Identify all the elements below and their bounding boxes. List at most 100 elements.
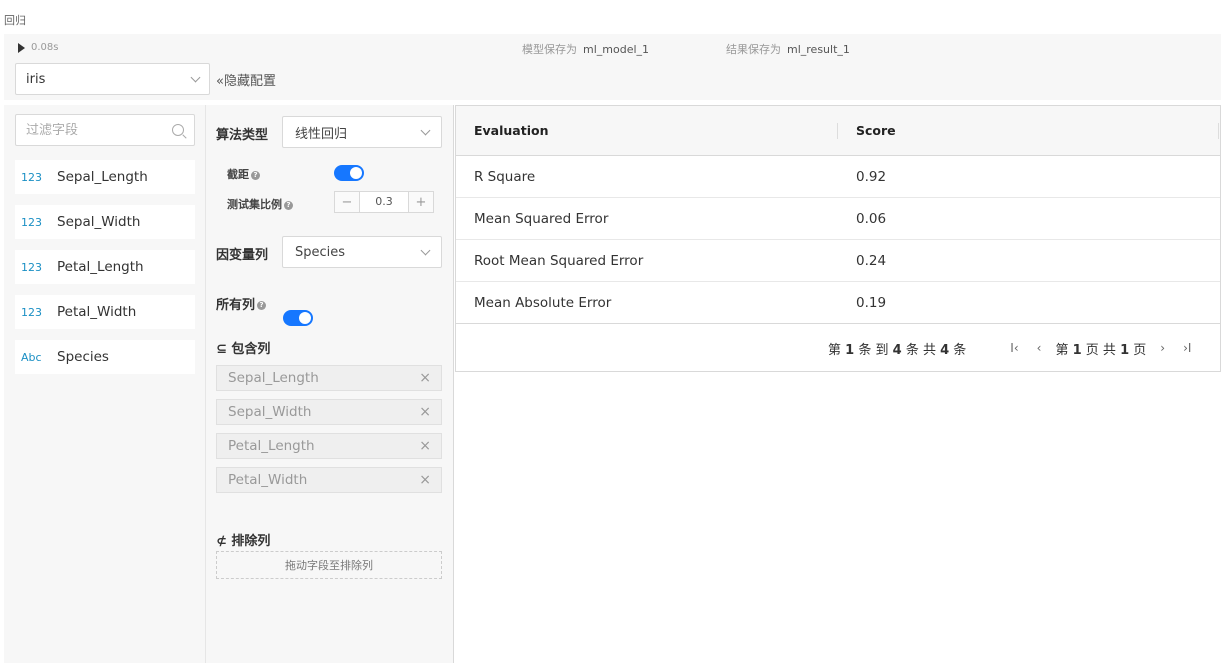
include-columns-label: ⊆ 包含列 (216, 342, 271, 357)
page-current: 1 (1072, 342, 1082, 358)
chevron-down-icon (420, 245, 431, 255)
algo-type-label: 算法类型 (216, 128, 269, 143)
include-tag[interactable]: Petal_Length × (216, 433, 442, 459)
next-page-icon[interactable]: › (1160, 341, 1165, 355)
table-row[interactable]: Root Mean Squared Error 0.24 (456, 240, 1220, 282)
model-save-info: 模型保存为 ml_model_1 (522, 41, 649, 57)
intercept-toggle[interactable] (334, 165, 364, 181)
test-ratio-label-text: 测试集比例 (227, 198, 282, 211)
range-total: 4 (940, 342, 950, 358)
pagination-range: 第 1 条 到 4 条 共 4 条 (828, 339, 966, 358)
cell-evaluation: R Square (474, 169, 536, 185)
include-tag[interactable]: Sepal_Width × (216, 399, 442, 425)
results-table: Evaluation Score R Square 0.92 Mean Squa… (455, 105, 1221, 372)
column-header-score[interactable]: Score (856, 123, 896, 138)
result-save-label: 结果保存为 (726, 43, 781, 56)
include-tag-label: Sepal_Width (228, 404, 312, 420)
all-columns-label: 所有列? (216, 294, 267, 313)
field-name: Sepal_Width (57, 214, 141, 230)
page-title: 回归 (4, 14, 26, 27)
table-row[interactable]: R Square 0.92 (456, 156, 1220, 198)
close-icon[interactable]: × (419, 472, 431, 488)
result-save-info: 结果保存为 ml_result_1 (726, 41, 850, 57)
dataset-select-value: iris (26, 71, 46, 87)
help-icon[interactable]: ? (257, 301, 267, 310)
field-name: Petal_Length (57, 259, 144, 275)
field-item-petal-length[interactable]: 123 Petal_Length (15, 250, 195, 284)
field-filter-input[interactable] (26, 122, 156, 138)
field-name: Sepal_Length (57, 169, 148, 185)
target-column-label: 因变量列 (216, 248, 269, 263)
result-save-value[interactable]: ml_result_1 (787, 43, 850, 56)
test-ratio-label: 测试集比例? (227, 196, 293, 212)
prev-page-icon[interactable]: ‹ (1037, 341, 1042, 355)
page-total: 1 (1120, 342, 1130, 358)
all-columns-toggle[interactable] (283, 310, 313, 326)
close-icon[interactable]: × (419, 438, 431, 454)
field-type-badge: 123 (21, 170, 42, 184)
page-prefix: 第 (1055, 342, 1069, 358)
cell-evaluation: Root Mean Squared Error (474, 253, 644, 269)
model-save-value[interactable]: ml_model_1 (583, 43, 649, 56)
field-name: Species (57, 349, 109, 365)
field-filter[interactable] (15, 114, 195, 146)
first-page-icon[interactable]: I‹ (1010, 341, 1018, 355)
cell-score: 0.19 (856, 295, 887, 311)
help-icon[interactable]: ? (284, 200, 293, 210)
include-tag[interactable]: Sepal_Length × (216, 365, 442, 391)
algo-type-value: 线性回归 (295, 126, 348, 142)
chevron-down-icon (420, 125, 431, 135)
test-ratio-stepper[interactable]: − 0.3 + (334, 191, 434, 213)
dataset-select[interactable]: iris (15, 63, 210, 95)
exclude-drop-zone[interactable]: 拖动字段至排除列 (216, 551, 442, 579)
field-type-badge: 123 (21, 305, 42, 319)
all-columns-label-text: 所有列 (216, 298, 256, 313)
intercept-label: 截距? (227, 166, 260, 182)
column-header-evaluation[interactable]: Evaluation (474, 123, 549, 138)
pagination: 第 1 条 到 4 条 共 4 条 I‹ ‹ 第 1 页 共 1 页 › ›I (456, 324, 1220, 372)
field-item-petal-width[interactable]: 123 Petal_Width (15, 295, 195, 329)
algo-type-select[interactable]: 线性回归 (282, 116, 442, 148)
table-row[interactable]: Mean Absolute Error 0.19 (456, 282, 1220, 324)
table-header: Evaluation Score (456, 106, 1220, 156)
test-ratio-value[interactable]: 0.3 (359, 192, 409, 212)
search-icon[interactable] (172, 124, 184, 136)
page-suffix: 页 (1133, 342, 1147, 358)
column-divider[interactable] (1218, 123, 1219, 139)
hide-config-button[interactable]: «隐藏配置 (216, 70, 276, 89)
close-icon[interactable]: × (419, 370, 431, 386)
field-type-badge: 123 (21, 260, 42, 274)
help-icon[interactable]: ? (251, 170, 260, 180)
run-time: 0.08s (31, 42, 59, 53)
target-column-value: Species (295, 244, 346, 260)
include-tag-label: Sepal_Length (228, 370, 319, 386)
page-mid: 页 共 (1085, 342, 1116, 358)
range-suffix: 条 (953, 342, 967, 358)
intercept-label-text: 截距 (227, 168, 249, 181)
include-tag-label: Petal_Length (228, 438, 315, 454)
close-icon[interactable]: × (419, 404, 431, 420)
field-name: Petal_Width (57, 304, 137, 320)
field-item-species[interactable]: Abc Species (15, 340, 195, 374)
increment-button[interactable]: + (409, 192, 433, 212)
exclude-columns-label: ⊄ 排除列 (216, 534, 271, 549)
range-prefix: 第 (828, 342, 842, 358)
pagination-page: 第 1 页 共 1 页 (1055, 339, 1146, 358)
cell-score: 0.24 (856, 253, 887, 269)
field-item-sepal-length[interactable]: 123 Sepal_Length (15, 160, 195, 194)
model-save-label: 模型保存为 (522, 43, 577, 56)
table-row[interactable]: Mean Squared Error 0.06 (456, 198, 1220, 240)
column-divider[interactable] (837, 123, 838, 139)
chevron-down-icon (190, 72, 201, 82)
last-page-icon[interactable]: ›I (1183, 341, 1191, 355)
field-type-badge: Abc (21, 350, 42, 364)
run-row: 0.08s (18, 42, 58, 53)
range-mid: 条 到 (858, 342, 889, 358)
include-tag[interactable]: Petal_Width × (216, 467, 442, 493)
field-item-sepal-width[interactable]: 123 Sepal_Width (15, 205, 195, 239)
range-to: 4 (892, 342, 902, 358)
include-tag-label: Petal_Width (228, 472, 308, 488)
target-column-select[interactable]: Species (282, 236, 442, 268)
play-icon[interactable] (18, 42, 25, 53)
decrement-button[interactable]: − (335, 192, 359, 212)
